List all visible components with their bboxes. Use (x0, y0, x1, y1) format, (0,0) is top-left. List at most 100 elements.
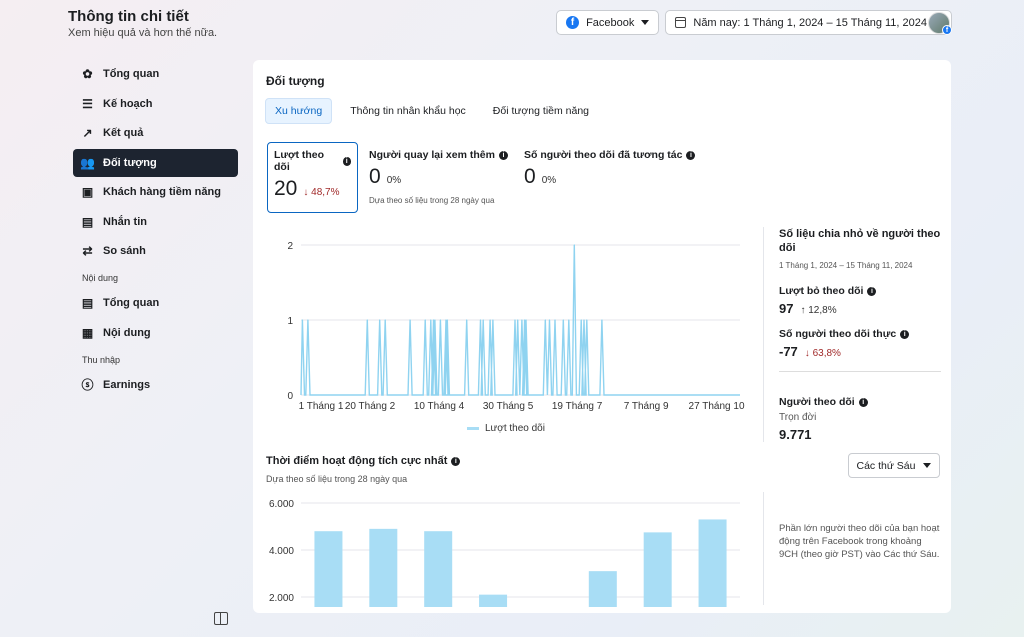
tab-demographics[interactable]: Thông tin nhân khẩu học (341, 98, 475, 124)
x-tick-label: 19 Tháng 7 (552, 401, 603, 412)
data-point (301, 319, 303, 321)
divider (779, 371, 941, 372)
x-tick-label: 7 Tháng 9 (624, 401, 669, 412)
y-tick-label: 2 (287, 241, 293, 252)
facebook-icon: f (566, 16, 580, 29)
info-icon[interactable]: i (451, 456, 461, 466)
avatar[interactable]: f (928, 12, 952, 35)
sidebar-item-leads[interactable]: ▣ Khách hàng tiềm năng (73, 178, 238, 206)
info-icon[interactable]: i (900, 329, 910, 339)
divider (763, 227, 764, 442)
bar (424, 531, 453, 607)
data-point (424, 319, 426, 321)
data-point (446, 319, 448, 321)
legend-label: Lượt theo dõi (485, 423, 545, 434)
data-point (432, 319, 435, 321)
data-point (384, 319, 386, 321)
followers-label: Người theo dõi (779, 396, 855, 408)
date-range-label: Năm nay: 1 Tháng 1, 2024 – 15 Tháng 11, … (693, 16, 927, 29)
sidebar-item-compare[interactable]: ⇄ So sánh (73, 237, 238, 265)
active-time-subtitle: Dựa theo số liệu trong 28 ngày qua (266, 474, 408, 484)
table-icon: ▦ (81, 325, 94, 340)
metric-change: 0% (541, 175, 557, 186)
top-controls: f Facebook Năm nay: 1 Tháng 1, 2024 – 15… (556, 10, 952, 35)
data-point (307, 319, 309, 321)
compare-icon: ⇄ (82, 244, 93, 258)
sidebar: ✿ Tổng quan ☰ Kế hoạch ↗ Kết quả 👥 Đối tượng… (73, 60, 238, 400)
data-point (434, 319, 436, 321)
bar (588, 571, 617, 607)
sidebar-item-content-overview[interactable]: ▤ Tổng quan (73, 289, 238, 317)
follower-breakdown-panel: Số liệu chia nhỏ về người theo dõi 1 Thá… (779, 227, 941, 442)
tab-potential-audience[interactable]: Đối tượng tiềm năng (484, 98, 598, 124)
sidebar-collapse-icon[interactable] (214, 612, 228, 625)
data-point (580, 319, 582, 321)
data-point (439, 319, 442, 321)
followers-value: 9.771 (779, 427, 812, 442)
tab-trends[interactable]: Xu hướng (265, 98, 333, 124)
metric-returning[interactable]: Người quay lại xem thêm i 0 0% Dựa theo số… (369, 142, 508, 205)
facebook-badge-icon: f (942, 25, 952, 35)
y-tick-label: 2.000 (269, 593, 294, 604)
date-range-dropdown[interactable]: Năm nay: 1 Tháng 1, 2024 – 15 Tháng 11, … (665, 10, 952, 35)
data-point (445, 319, 447, 321)
metric-label: Số người theo dõi đã tương tác (524, 149, 683, 161)
metric-label: Người quay lại xem thêm (369, 149, 495, 161)
section-label-content: Nội dung (82, 273, 119, 283)
info-icon[interactable]: i (858, 397, 868, 407)
metric-value: 0 (524, 165, 536, 188)
tab-bar: Xu hướng Thông tin nhân khẩu học Đối tượ… (265, 98, 604, 124)
metric-follows[interactable]: Lượt theo dõi i 20 ↓ 48,7% (267, 142, 358, 213)
data-point (517, 319, 519, 321)
sidebar-item-messaging[interactable]: ▤ Nhắn tin (73, 208, 238, 236)
info-icon[interactable]: i (867, 286, 877, 296)
data-point (586, 319, 588, 321)
platform-dropdown[interactable]: f Facebook (556, 10, 660, 35)
page-header: Thông tin chi tiết Xem hiệu quả và hơn t… (68, 8, 217, 39)
data-point (601, 319, 603, 321)
sidebar-item-plan[interactable]: ☰ Kế hoạch (73, 90, 238, 118)
data-point (524, 319, 526, 321)
platform-label: Facebook (586, 16, 635, 29)
page-subtitle: Xem hiệu quả và hơn thế nữa. (68, 27, 218, 39)
section-label-income: Thu nhập (82, 354, 121, 365)
data-point (525, 319, 527, 321)
bar (643, 532, 672, 607)
metric-label: Lượt theo dõi (274, 149, 325, 173)
unfollows-change: ↑ 12,8% (800, 305, 837, 316)
divider (763, 492, 764, 605)
sidebar-item-audience[interactable]: 👥 Đối tượng (73, 148, 238, 177)
breakdown-title: Số liệu chia nhỏ về người theo dõi (779, 228, 941, 254)
sidebar-item-results[interactable]: ↗ Kết quả (73, 119, 238, 147)
data-point (482, 319, 484, 321)
legend-swatch (467, 427, 479, 430)
overview-icon: ▤ (81, 296, 94, 310)
y-tick-label: 1 (287, 316, 293, 327)
sidebar-item-earnings[interactable]: ⓢ Earnings (73, 371, 238, 399)
unfollows-label: Lượt bỏ theo dõi (779, 285, 864, 297)
info-icon[interactable]: i (498, 150, 508, 160)
x-tick-label: 10 Tháng 4 (414, 401, 465, 412)
sidebar-item-overview[interactable]: ✿ Tổng quan (73, 60, 238, 88)
trend-icon: ↗ (82, 126, 93, 140)
y-tick-label: 4.000 (269, 546, 294, 557)
data-point (409, 319, 411, 321)
unfollows-value: 97 (779, 301, 794, 316)
data-point (479, 319, 482, 321)
net-followers-value: -77 (779, 344, 798, 359)
active-time-title: Thời điểm hoạt động tích cực nhất i (266, 455, 461, 467)
info-icon[interactable]: i (686, 150, 696, 160)
metric-value: 20 (274, 177, 298, 200)
calendar-icon (675, 17, 687, 28)
metric-engaged[interactable]: Số người theo dõi đã tương tác i 0 0% (524, 142, 696, 189)
sidebar-item-content[interactable]: ▦ Nội dung (73, 319, 238, 347)
metric-value: 0 (369, 165, 381, 188)
info-icon[interactable]: i (342, 156, 351, 166)
metric-change: ↓ 48,7% (303, 187, 340, 198)
data-point (514, 319, 516, 321)
people-icon: 👥 (80, 155, 95, 170)
active-time-note: Phần lớn người theo dõi của bạn hoạt độn… (779, 523, 940, 560)
day-select-dropdown[interactable]: Các thứ Sáu (848, 453, 940, 478)
net-followers-change: ↓ 63,8% (804, 348, 841, 359)
data-point (379, 319, 381, 321)
